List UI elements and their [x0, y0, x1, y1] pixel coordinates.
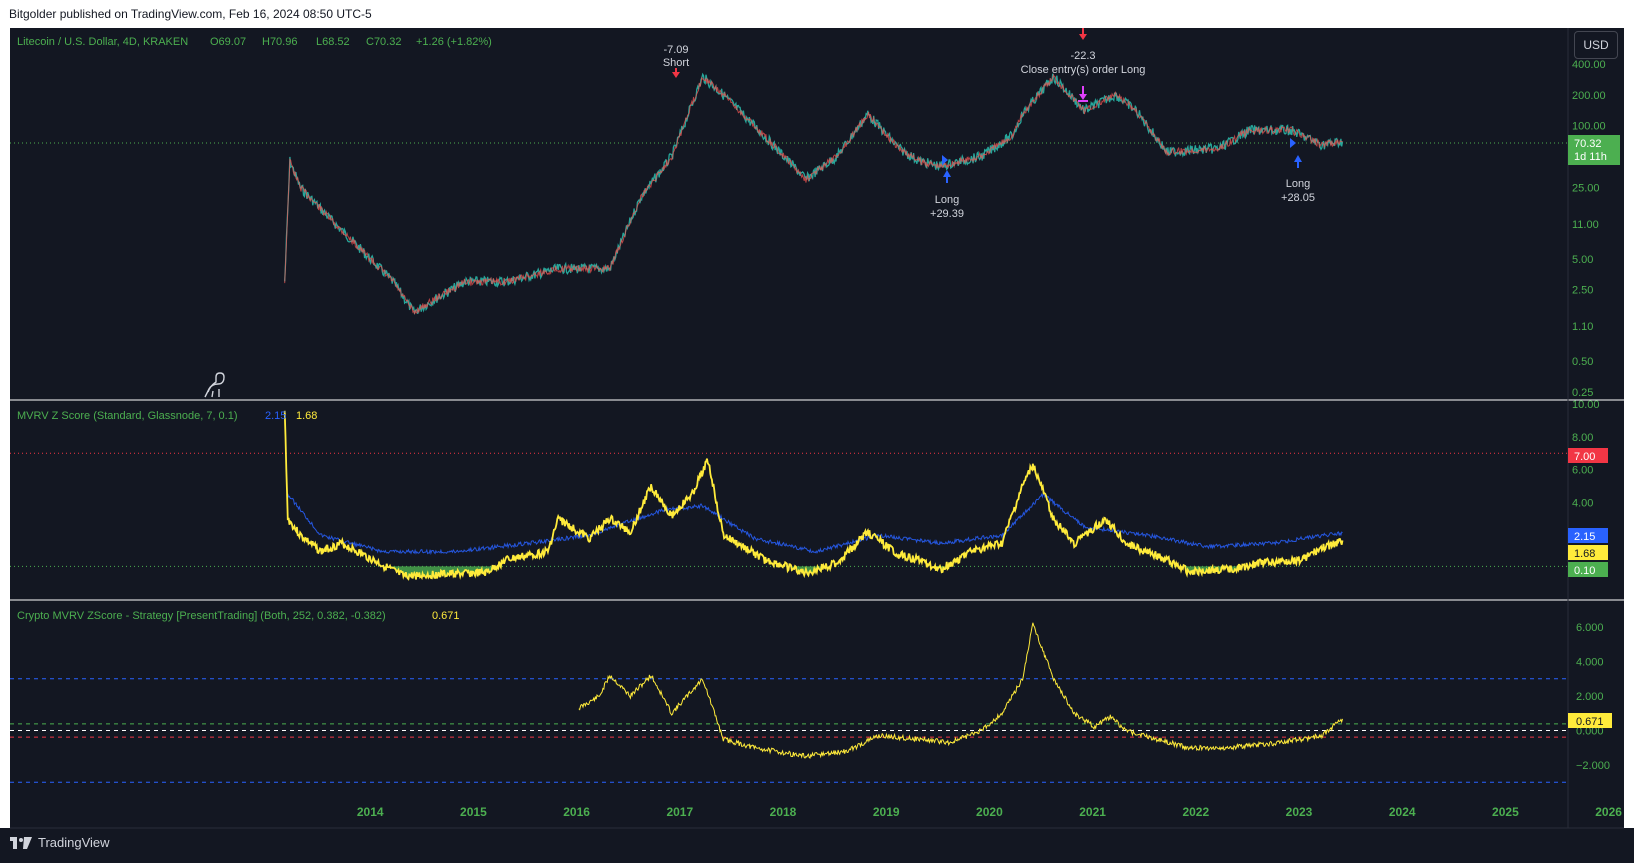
close-marker-icon: [1079, 94, 1087, 100]
strategy-axis[interactable]: 6.0004.0002.0000.000−2.0000.671: [1568, 622, 1612, 772]
long-entry-marker-2: [1290, 138, 1296, 148]
close-marker-bar: [1078, 100, 1088, 102]
price-tick-label: 200.00: [1572, 90, 1606, 102]
time-tick-label: 2020: [976, 805, 1003, 819]
time-tick-label: 2024: [1389, 805, 1416, 819]
mvrv-blue-series[interactable]: [287, 490, 1343, 556]
price-tick-label: 5.00: [1572, 254, 1593, 266]
legend-low: L68.52: [316, 36, 350, 48]
legend-open: O69.07: [210, 36, 246, 48]
price-tick-label: 2.50: [1572, 285, 1593, 297]
close-arrow-icon: [1079, 34, 1087, 40]
mvrv-badge-blue-value: 2.15: [1574, 531, 1595, 543]
long-arrow-stem-1: [946, 176, 948, 183]
time-tick-label: 2016: [563, 805, 590, 819]
annotation-long1-label: Long: [935, 194, 959, 206]
strategy-series[interactable]: [578, 622, 1343, 759]
price-tick-label: 100.00: [1572, 121, 1606, 133]
time-tick-label: 2026: [1595, 805, 1622, 819]
time-tick-label: 2019: [873, 805, 900, 819]
legend-high: H70.96: [262, 36, 297, 48]
strategy-last-value: 0.671: [1576, 716, 1604, 728]
mvrv-green-fill: [380, 566, 1260, 580]
mvrv-badge-yellow-value: 1.68: [1574, 548, 1595, 560]
price-pane[interactable]: 400.00 200.00 100.00 25.00 11.00 5.00 2.50 1.10…: [10, 59, 1620, 399]
long-arrow-icon-1: [943, 170, 951, 177]
time-tick-label: 2023: [1286, 805, 1313, 819]
mvrv-tick-label: 10.00: [1572, 399, 1600, 411]
mvrv-legend-title: MVRV Z Score (Standard, Glassnode, 7, 0.…: [17, 410, 238, 422]
strategy-tick-label: −2.000: [1576, 760, 1610, 772]
strategy-tick-label: 4.000: [1576, 657, 1604, 669]
strategy-legend-value: 0.671: [432, 610, 460, 622]
mvrv-tick-label: 8.00: [1572, 432, 1593, 444]
price-tick-label: 1.10: [1572, 321, 1593, 333]
price-tick-label: 0.25: [1572, 387, 1593, 399]
annotation-close-value: -22.3: [1070, 50, 1095, 62]
price-axis[interactable]: 400.00 200.00 100.00 25.00 11.00 5.00 2.50 1.10…: [1568, 59, 1620, 399]
annotation-long2-value: +28.05: [1281, 192, 1315, 204]
annotation-long2-label: Long: [1286, 178, 1310, 190]
time-tick-label: 2015: [460, 805, 487, 819]
trade-annotations: -7.09 Short -22.3 Close entry(s) order L…: [663, 28, 1315, 220]
time-tick-label: 2018: [770, 805, 797, 819]
mvrv-badge-red-value: 7.00: [1574, 451, 1595, 463]
annotation-short-value: -7.09: [663, 44, 688, 56]
legend-close: C70.32: [366, 36, 401, 48]
price-tick-label: 400.00: [1572, 59, 1606, 71]
time-tick-label: 2021: [1079, 805, 1106, 819]
mvrv-legend: MVRV Z Score (Standard, Glassnode, 7, 0.…: [17, 410, 317, 422]
mvrv-legend-blue: 2.15: [265, 410, 286, 422]
time-tick-label: 2017: [666, 805, 693, 819]
price-tick-label: 0.50: [1572, 356, 1593, 368]
long-arrow-icon-2: [1294, 155, 1302, 162]
mvrv-badge-green-value: 0.10: [1574, 565, 1595, 577]
legend-symbol: Litecoin / U.S. Dollar, 4D, KRAKEN: [17, 36, 188, 48]
strategy-legend: Crypto MVRV ZScore - Strategy [PresentTr…: [17, 610, 460, 622]
legend-change: +1.26 (+1.82%): [416, 36, 492, 48]
time-tick-label: 2025: [1492, 805, 1519, 819]
strategy-tick-label: 6.000: [1576, 622, 1604, 634]
time-tick-label: 2022: [1182, 805, 1209, 819]
countdown-value: 1d 11h: [1574, 151, 1607, 163]
close-arrow-stem: [1082, 28, 1084, 34]
strategy-legend-title: Crypto MVRV ZScore - Strategy [PresentTr…: [17, 610, 386, 622]
annotation-close-label: Close entry(s) order Long: [1021, 64, 1146, 76]
mvrv-tick-label: 6.00: [1572, 465, 1593, 477]
mvrv-pane[interactable]: 10.00 8.00 6.00 4.00 7.00 2.15 1.68 0.10 MVRV Z…: [10, 399, 1608, 581]
last-price-value: 70.32: [1574, 138, 1602, 150]
time-tick-label: 2014: [357, 805, 384, 819]
mvrv-yellow-series[interactable]: [283, 410, 1344, 581]
long-arrow-stem-2: [1297, 161, 1299, 168]
price-tick-label: 11.00: [1572, 219, 1599, 231]
currency-button[interactable]: USD: [1574, 31, 1618, 59]
strategy-pane[interactable]: 6.0004.0002.0000.000−2.0000.671 Crypto M…: [10, 610, 1612, 783]
dino-icon[interactable]: [204, 372, 225, 398]
annotation-short-label: Short: [663, 57, 689, 69]
strategy-tick-label: 2.000: [1576, 691, 1604, 703]
short-arrow-stem: [675, 68, 677, 73]
price-tick-label: 25.00: [1572, 182, 1600, 194]
price-legend: Litecoin / U.S. Dollar, 4D, KRAKEN O69.0…: [17, 36, 492, 48]
price-series-down: [284, 73, 1343, 315]
chart-svg: 400.00 200.00 100.00 25.00 11.00 5.00 2.50 1.10…: [10, 28, 1624, 829]
mvrv-axis[interactable]: 10.00 8.00 6.00 4.00 7.00 2.15 1.68 0.10: [1568, 399, 1608, 577]
strategy-levels: [10, 678, 1568, 783]
annotation-long1-value: +29.39: [930, 208, 964, 220]
mvrv-tick-label: 4.00: [1572, 497, 1593, 509]
time-axis[interactable]: 2014 2015 2016 2017 2018 2019 2020 2021 2022 2023…: [357, 805, 1622, 819]
price-series[interactable]: [284, 72, 1344, 316]
mvrv-legend-yellow: 1.68: [296, 410, 317, 422]
